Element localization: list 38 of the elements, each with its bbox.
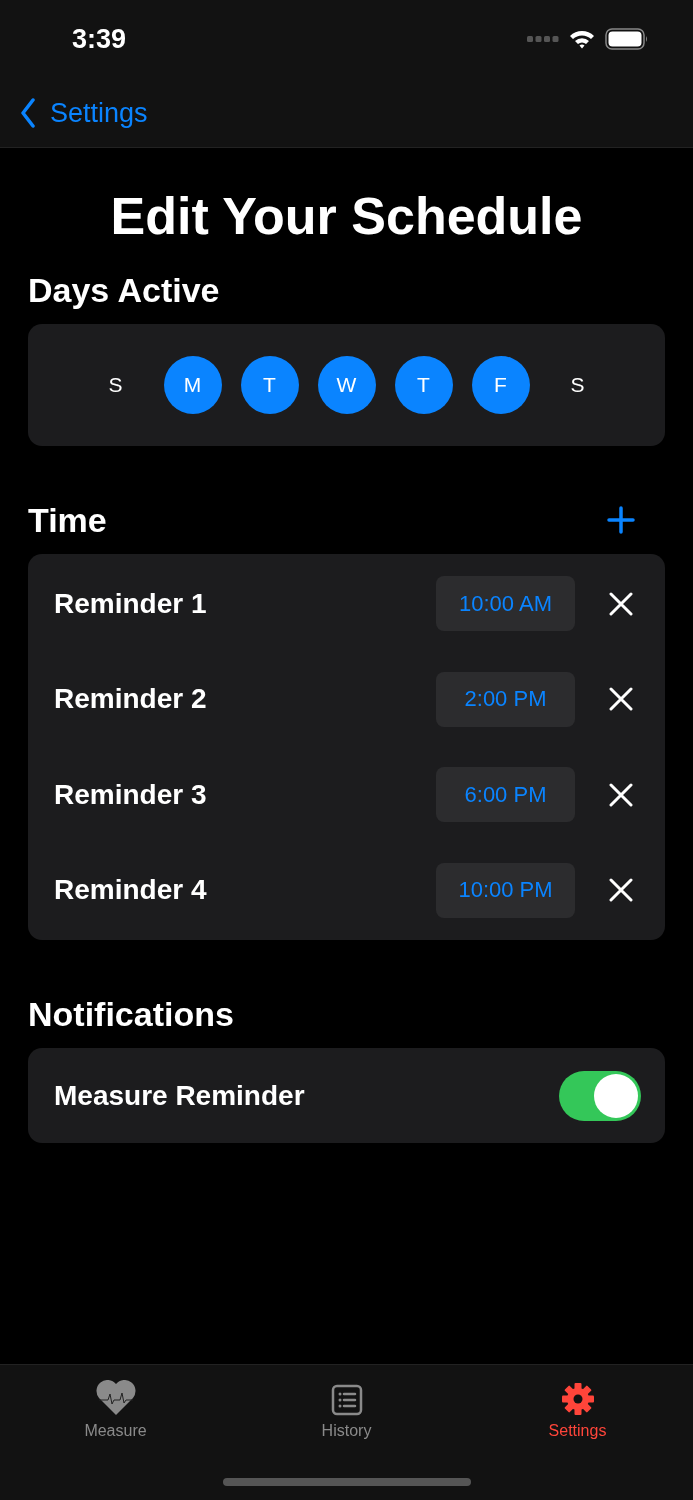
reminder-name: Reminder 4	[54, 874, 208, 907]
reminder-name: Reminder 3	[54, 778, 208, 811]
day-toggle[interactable]: W	[317, 356, 376, 414]
day-toggle[interactable]: M	[163, 356, 222, 414]
time-picker[interactable]: 2:00 PM	[436, 671, 575, 727]
close-icon[interactable]	[609, 687, 633, 712]
back-button[interactable]: Settings	[20, 97, 148, 129]
day-toggle[interactable]: T	[240, 356, 299, 414]
setting-label: Measure Reminder	[54, 1079, 306, 1112]
tab-item[interactable]: History	[231, 1365, 462, 1441]
day-toggle[interactable]: S	[86, 356, 145, 414]
day-toggle[interactable]: T	[394, 356, 453, 414]
tab-item[interactable]: Settings	[462, 1365, 693, 1441]
time-picker[interactable]: 6:00 PM	[436, 767, 575, 823]
settings-icon	[560, 1382, 595, 1416]
add-icon[interactable]	[607, 506, 635, 534]
heart-icon	[94, 1380, 137, 1416]
reminder-name: Reminder 1	[54, 587, 208, 620]
close-icon[interactable]	[609, 591, 633, 616]
section-heading: Notifications	[28, 994, 235, 1035]
time-picker[interactable]: 10:00 PM	[436, 862, 575, 918]
page-title: Edit Your Schedule	[109, 186, 584, 247]
list-icon	[330, 1384, 363, 1416]
battery-icon	[605, 28, 649, 50]
section-heading: Days Active	[28, 270, 221, 311]
day-toggle[interactable]: F	[471, 356, 530, 414]
reminder-name: Reminder 2	[54, 683, 208, 716]
close-icon[interactable]	[609, 782, 633, 807]
day-toggle[interactable]: S	[548, 356, 607, 414]
status-time: 3:39	[72, 23, 127, 55]
toggle-switch[interactable]	[559, 1070, 641, 1121]
wifi-icon	[569, 29, 595, 49]
close-icon[interactable]	[609, 878, 633, 903]
signal-icon	[527, 36, 559, 42]
chevron-left-icon	[20, 98, 36, 128]
time-picker[interactable]: 10:00 AM	[436, 576, 575, 632]
tab-item[interactable]: Measure	[0, 1365, 231, 1441]
section-heading: Time	[28, 500, 107, 541]
